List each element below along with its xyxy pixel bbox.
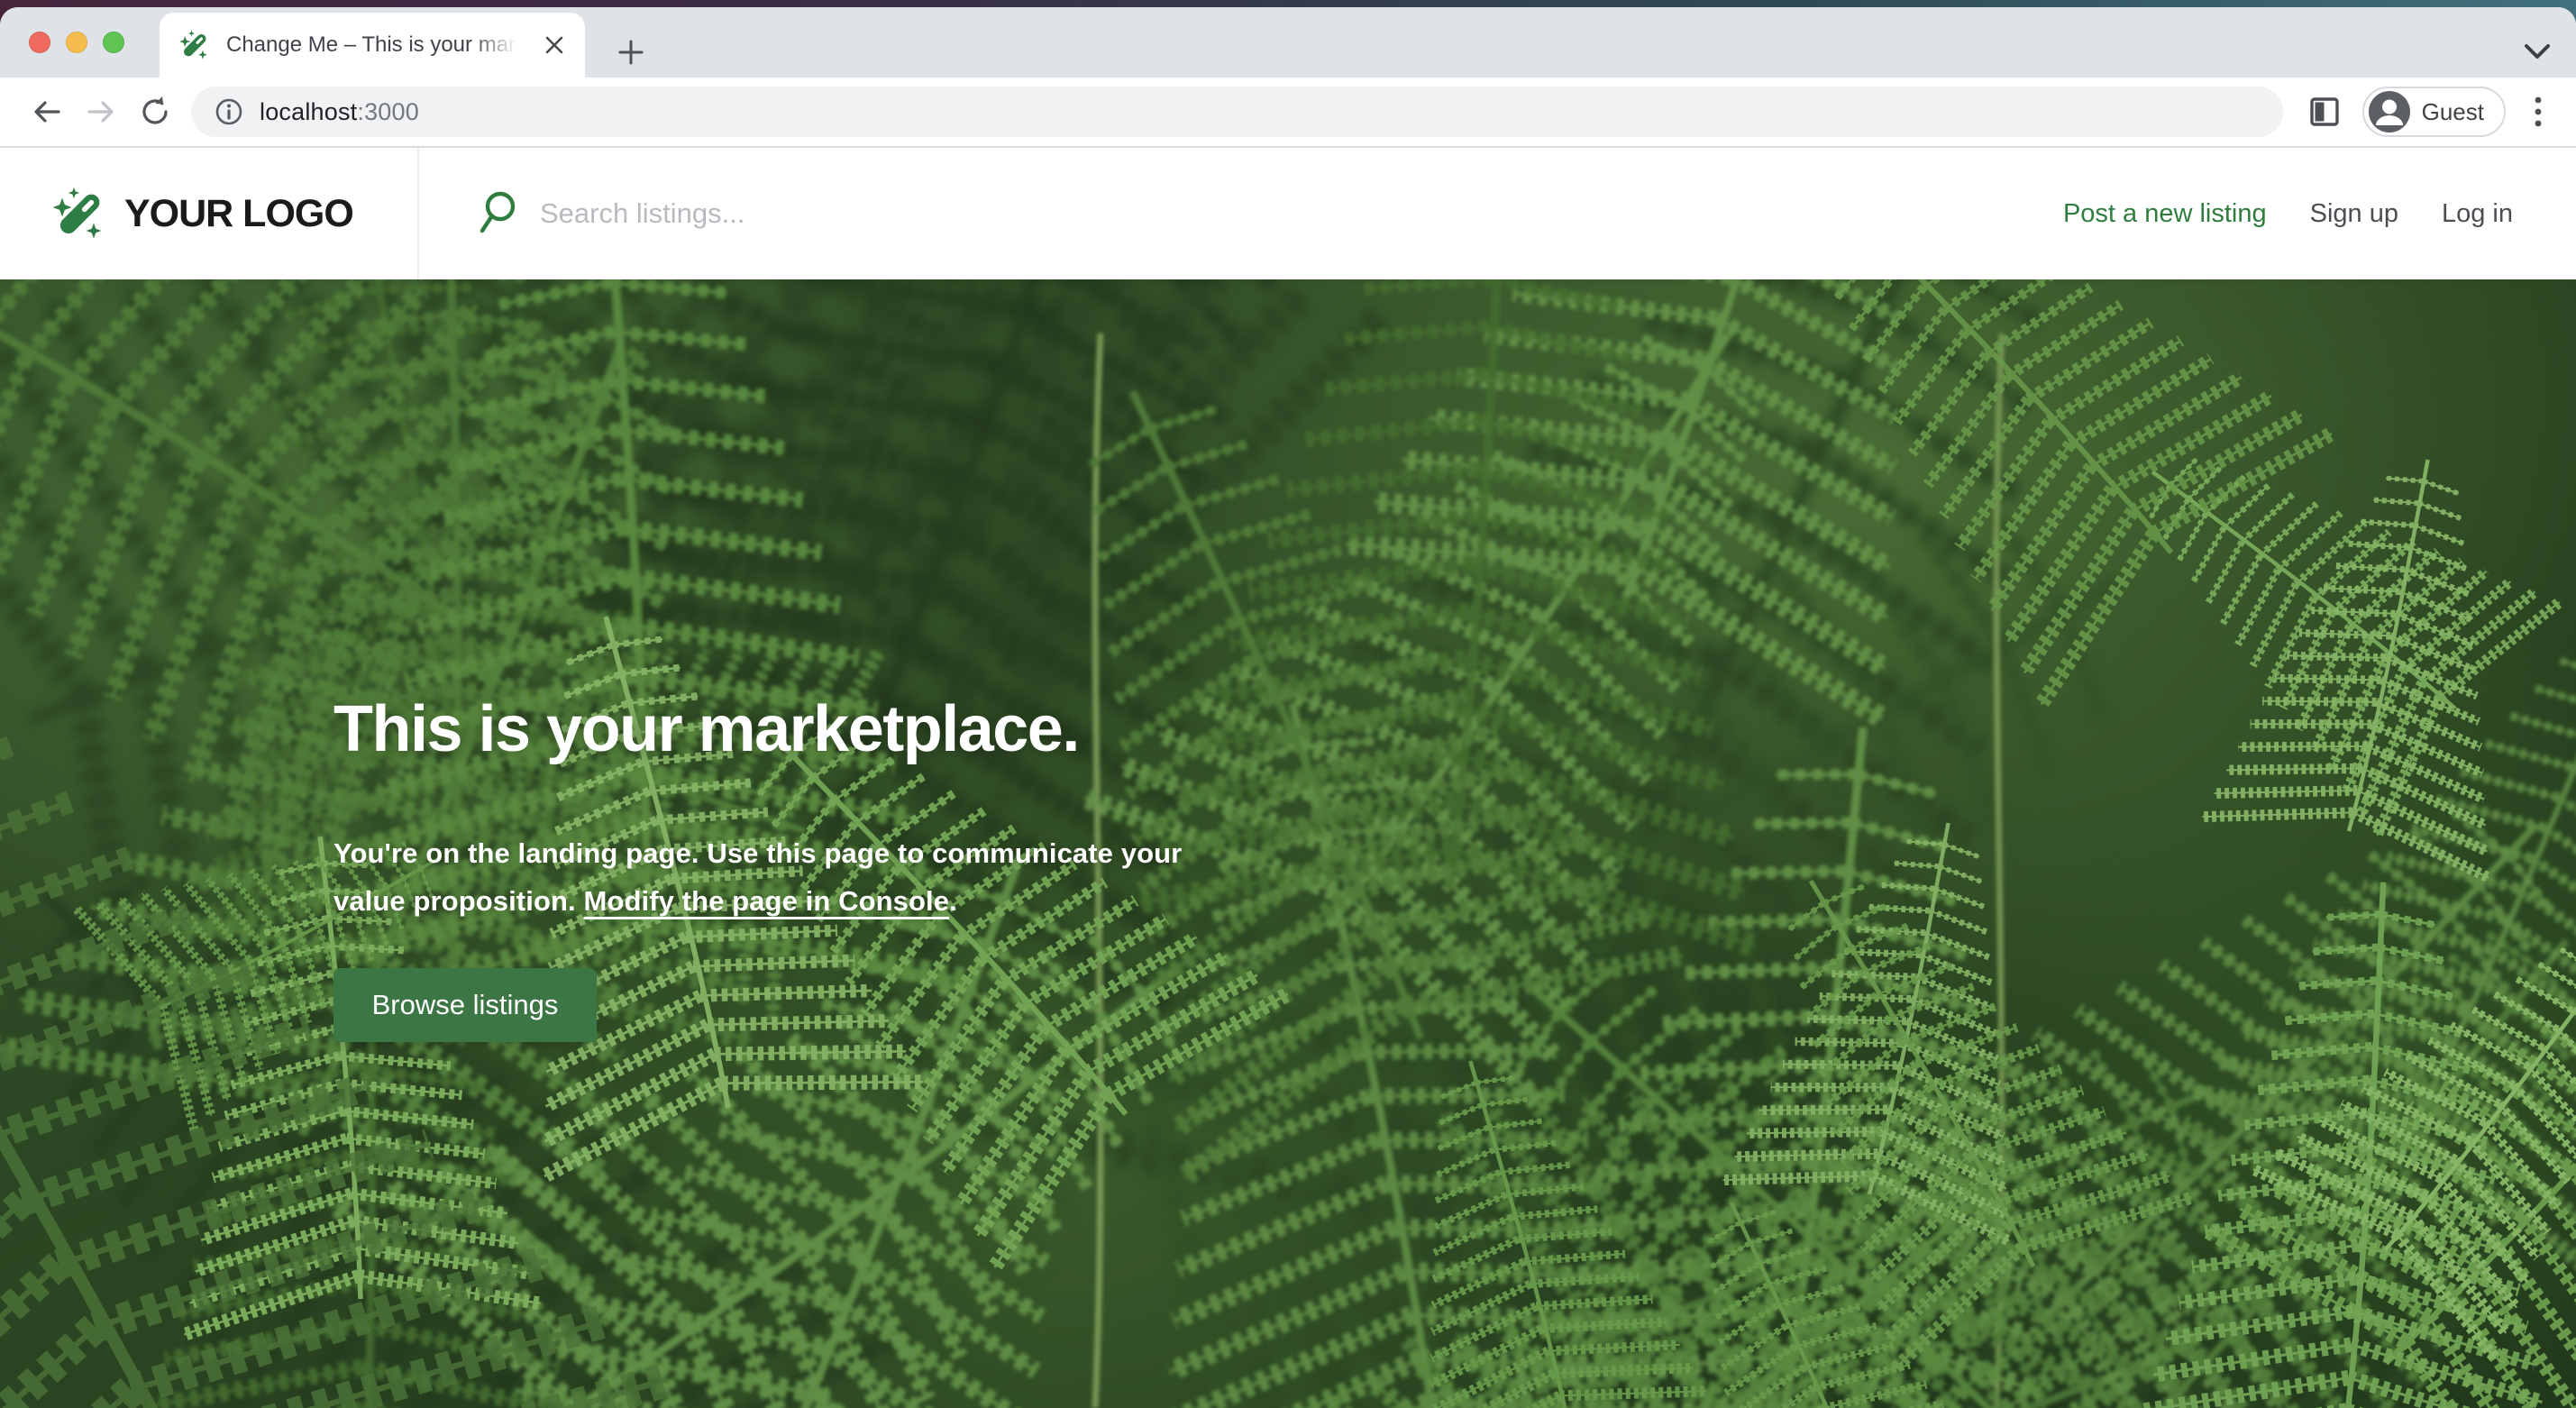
hero-body-period: . bbox=[949, 885, 957, 917]
logo-text: YOUR LOGO bbox=[124, 192, 353, 236]
new-tab-button[interactable] bbox=[613, 34, 649, 70]
top-nav: Post a new listing Sign up Log in bbox=[2063, 199, 2576, 229]
browser-window: Change Me – This is your marke bbox=[0, 7, 2576, 1408]
hero-content: This is your marketplace. You're on the … bbox=[333, 692, 1182, 1042]
hero-body-line2: value proposition. bbox=[333, 885, 583, 917]
sign-up-link[interactable]: Sign up bbox=[2310, 199, 2398, 229]
search-input[interactable] bbox=[540, 197, 2063, 230]
chevron-down-icon bbox=[2524, 43, 2551, 59]
avatar-icon bbox=[2369, 91, 2410, 133]
tab-list-button[interactable] bbox=[2520, 34, 2554, 69]
site-header: YOUR LOGO Post a new listing Sign up Log… bbox=[0, 148, 2576, 279]
tab-strip: Change Me – This is your marke bbox=[0, 7, 2576, 78]
traffic-lights bbox=[29, 32, 124, 53]
reload-button[interactable] bbox=[135, 92, 175, 132]
site-info-icon[interactable] bbox=[215, 97, 243, 126]
side-panel-button[interactable] bbox=[2305, 92, 2344, 132]
close-window-button[interactable] bbox=[29, 32, 50, 53]
profile-label: Guest bbox=[2422, 98, 2484, 126]
hero-title: This is your marketplace. bbox=[333, 692, 1182, 766]
browser-menu-button[interactable] bbox=[2520, 92, 2556, 132]
search-area bbox=[477, 190, 2063, 237]
browser-toolbar: localhost:3000 Guest bbox=[0, 78, 2576, 148]
url-host: localhost bbox=[260, 98, 357, 125]
modify-page-console-link[interactable]: Modify the page in Console bbox=[583, 885, 949, 917]
kebab-menu-icon bbox=[2535, 96, 2542, 128]
tab-close-icon[interactable] bbox=[540, 31, 569, 59]
hero-body: You're on the landing page. Use this pag… bbox=[333, 829, 1182, 925]
side-panel-icon bbox=[2308, 96, 2341, 128]
wand-logo-icon bbox=[52, 185, 110, 242]
minimize-window-button[interactable] bbox=[66, 32, 87, 53]
post-new-listing-link[interactable]: Post a new listing bbox=[2063, 199, 2267, 229]
reload-icon bbox=[139, 96, 171, 128]
log-in-link[interactable]: Log in bbox=[2442, 199, 2513, 229]
url-bar[interactable]: localhost:3000 bbox=[191, 87, 2283, 137]
back-button[interactable] bbox=[27, 92, 67, 132]
arrow-right-icon bbox=[85, 96, 117, 128]
zoom-window-button[interactable] bbox=[103, 32, 124, 53]
plus-icon bbox=[617, 39, 644, 66]
url-text: localhost:3000 bbox=[260, 98, 419, 126]
search-icon bbox=[477, 190, 520, 237]
tab-favicon-wand-icon bbox=[179, 29, 212, 61]
browser-tab[interactable]: Change Me – This is your marke bbox=[160, 13, 585, 78]
logo[interactable]: YOUR LOGO bbox=[0, 148, 419, 279]
arrow-left-icon bbox=[31, 96, 63, 128]
forward-button[interactable] bbox=[81, 92, 121, 132]
hero-body-line1: You're on the landing page. Use this pag… bbox=[333, 837, 1182, 869]
url-port: :3000 bbox=[357, 98, 419, 125]
browse-listings-button[interactable]: Browse listings bbox=[333, 968, 597, 1042]
profile-chip[interactable]: Guest bbox=[2362, 87, 2506, 137]
hero-section: This is your marketplace. You're on the … bbox=[0, 279, 2576, 1408]
tab-title: Change Me – This is your marke bbox=[226, 32, 524, 58]
